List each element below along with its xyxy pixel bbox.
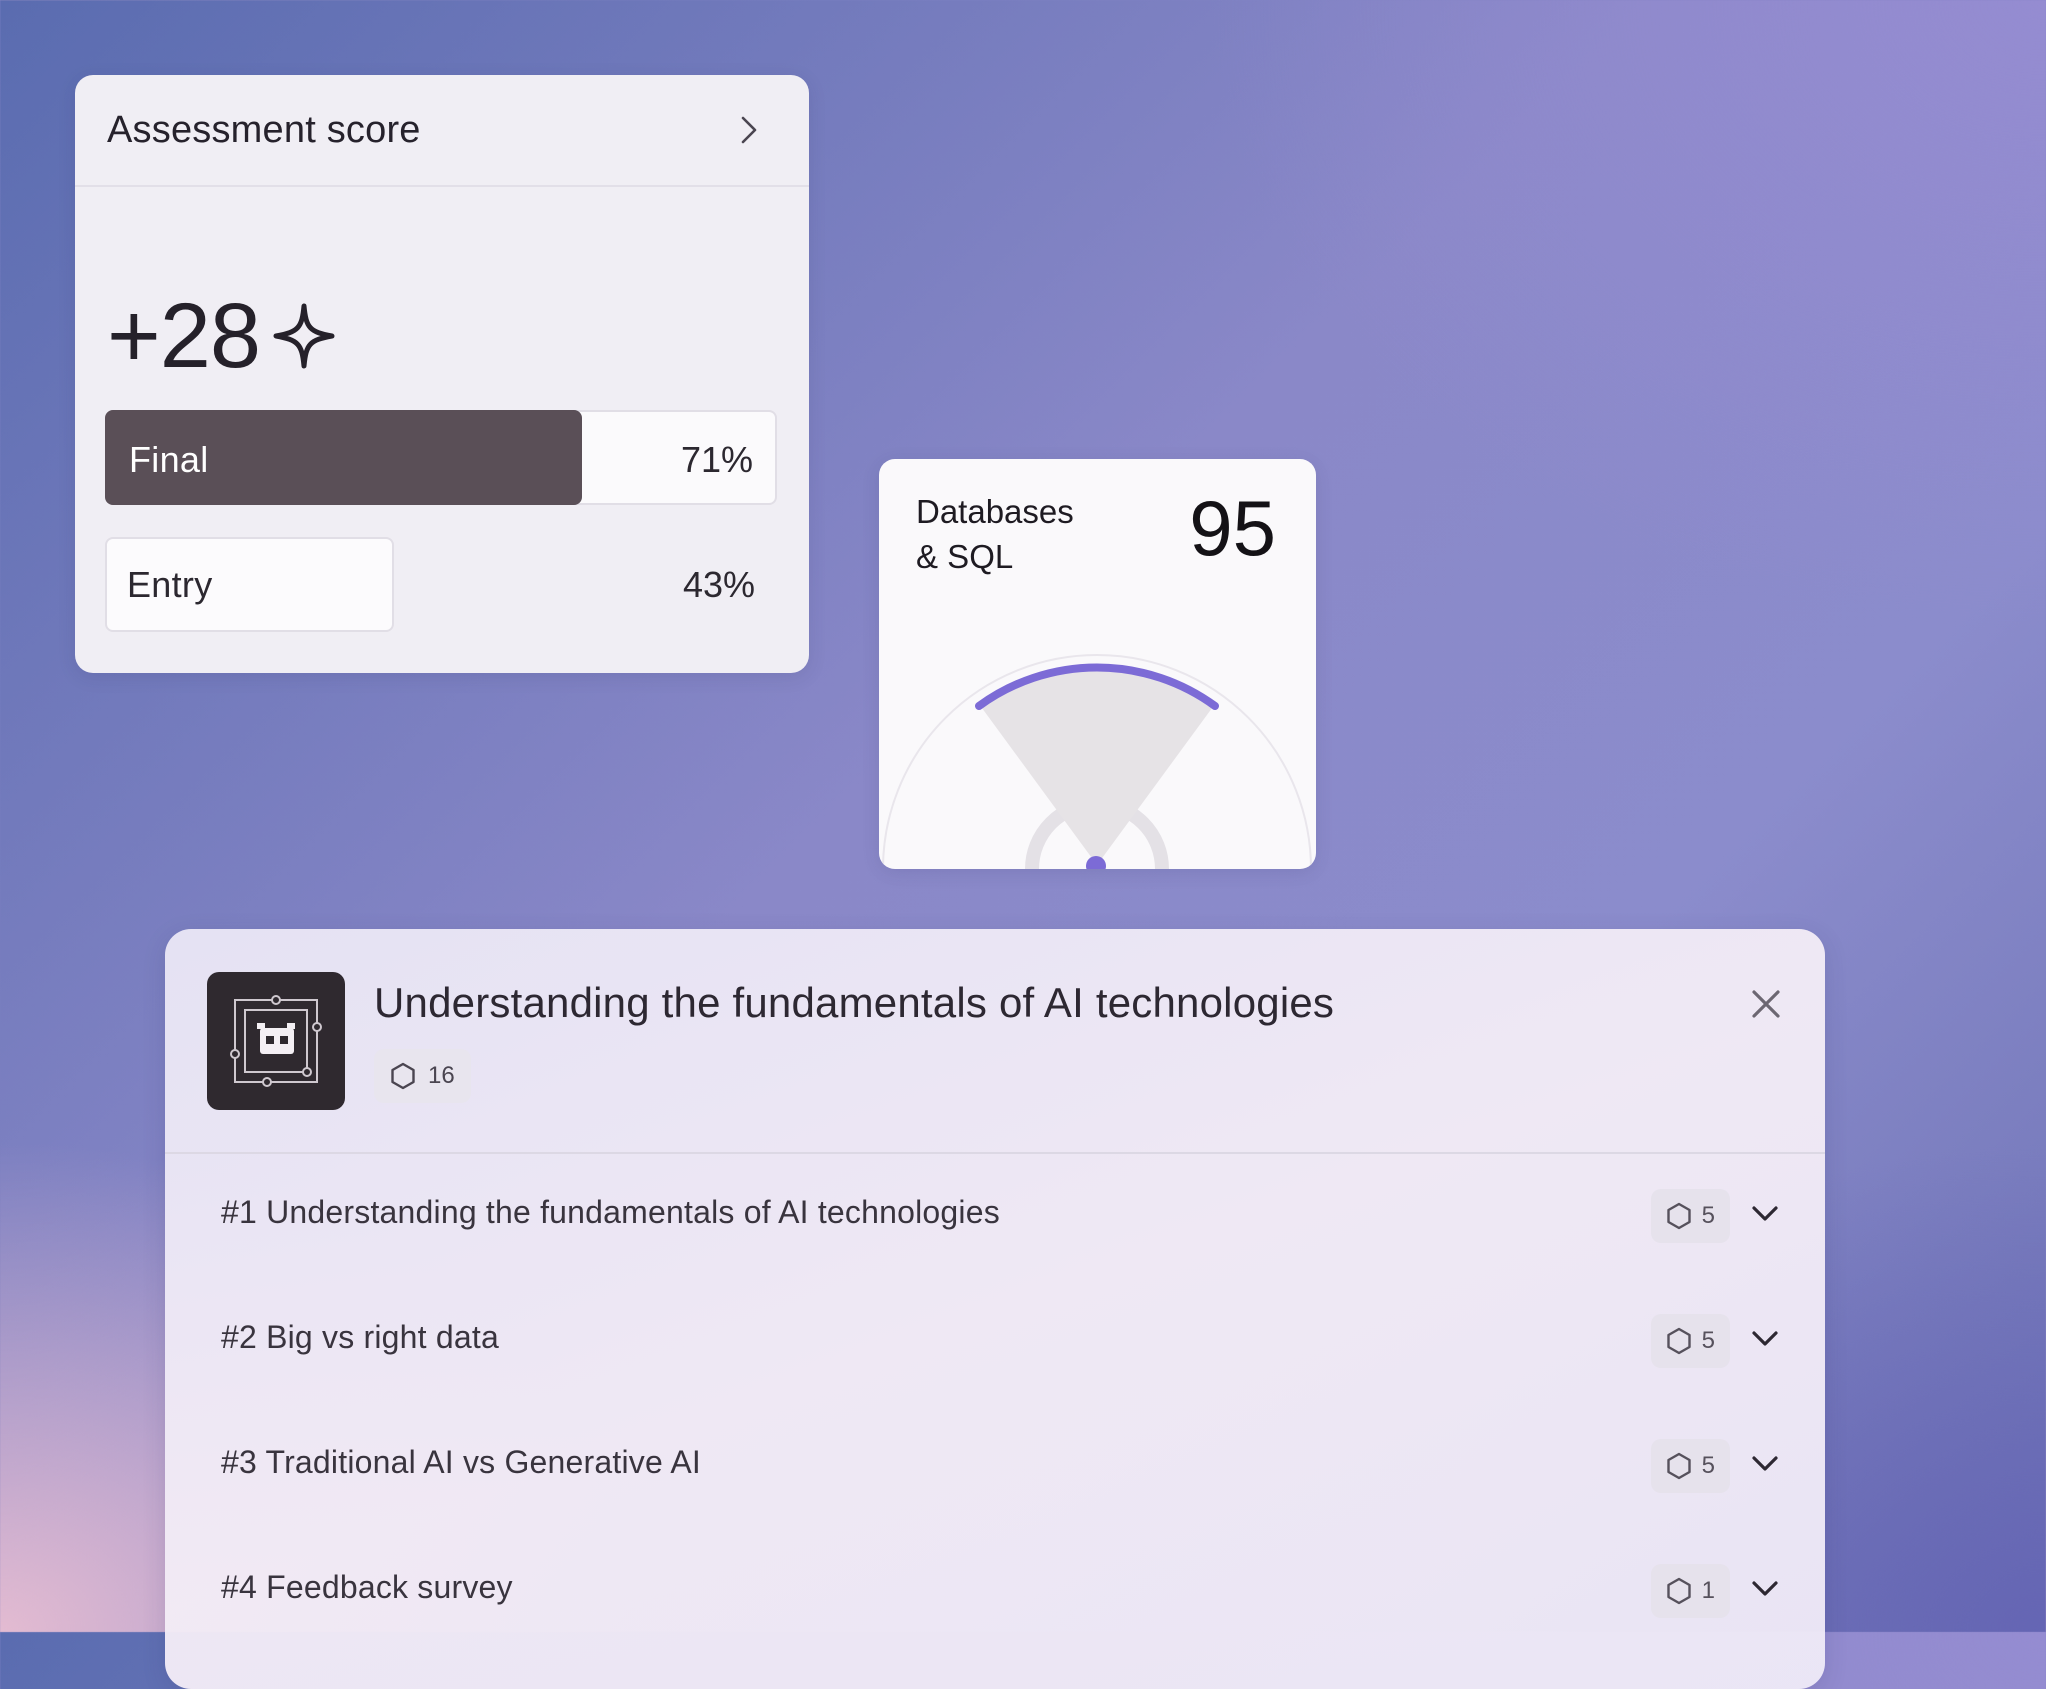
module-title: #3 Traditional AI vs Generative AI bbox=[221, 1444, 701, 1480]
entry-percent: 43% bbox=[682, 564, 755, 605]
close-icon[interactable] bbox=[1749, 987, 1783, 1021]
module-row[interactable]: #4 Feedback survey 1 bbox=[165, 1527, 1825, 1653]
module-count: 1 bbox=[1701, 1577, 1715, 1604]
course-panel: Understanding the fundamentals of AI tec… bbox=[165, 929, 1825, 1689]
sparkle-icon bbox=[273, 303, 335, 369]
final-percent: 71% bbox=[680, 439, 753, 480]
course-count-badge: 16 bbox=[374, 1049, 471, 1103]
module-count-badge: 5 bbox=[1650, 1439, 1730, 1493]
gauge-label-line1: Databases bbox=[916, 493, 1074, 530]
chevron-down-icon[interactable] bbox=[1751, 1579, 1779, 1599]
module-count: 5 bbox=[1701, 1202, 1715, 1229]
assessment-title: Assessment score bbox=[107, 109, 421, 151]
module-title: #2 Big vs right data bbox=[221, 1319, 499, 1355]
assessment-header[interactable]: Assessment score bbox=[75, 75, 809, 187]
module-row[interactable]: #2 Big vs right data 5 bbox=[165, 1277, 1825, 1403]
module-row[interactable]: #1 Understanding the fundamentals of AI … bbox=[165, 1152, 1825, 1278]
entry-label: Entry bbox=[127, 564, 213, 605]
module-title: #1 Understanding the fundamentals of AI … bbox=[221, 1194, 1000, 1230]
gauge-sector bbox=[979, 665, 1215, 865]
gauge-label-line2: & SQL bbox=[916, 538, 1014, 575]
assessment-score-card: Assessment score +28 Final 71% Entry 43% bbox=[75, 75, 809, 673]
module-row[interactable]: #3 Traditional AI vs Generative AI 5 bbox=[165, 1402, 1825, 1528]
chevron-right-icon[interactable] bbox=[737, 115, 761, 145]
module-count-badge: 5 bbox=[1650, 1189, 1730, 1243]
score-value: +28 bbox=[107, 285, 261, 387]
final-score-bar: Final 71% bbox=[105, 410, 777, 505]
hexagon-icon bbox=[1666, 1577, 1691, 1605]
course-title: Understanding the fundamentals of AI tec… bbox=[374, 979, 1335, 1026]
module-count: 5 bbox=[1701, 1327, 1715, 1354]
hexagon-icon bbox=[1666, 1327, 1691, 1355]
hexagon-icon bbox=[391, 1062, 415, 1090]
robot-icon bbox=[230, 995, 322, 1087]
module-count: 5 bbox=[1701, 1452, 1715, 1479]
skill-gauge-card: Databases & SQL 95 bbox=[879, 459, 1316, 869]
course-count: 16 bbox=[428, 1062, 455, 1089]
score-delta: +28 bbox=[107, 290, 336, 382]
chevron-down-icon[interactable] bbox=[1751, 1204, 1779, 1224]
gauge-pivot bbox=[1086, 856, 1106, 869]
module-count-badge: 1 bbox=[1650, 1564, 1730, 1618]
final-label: Final bbox=[129, 439, 209, 480]
gauge-label: Databases & SQL bbox=[916, 489, 1136, 579]
entry-score-bar: Entry 43% bbox=[105, 537, 777, 632]
hexagon-icon bbox=[1666, 1202, 1691, 1230]
gauge-value: 95 bbox=[1189, 484, 1276, 572]
module-count-badge: 5 bbox=[1650, 1314, 1730, 1368]
hexagon-icon bbox=[1666, 1452, 1691, 1480]
course-header: Understanding the fundamentals of AI tec… bbox=[165, 929, 1825, 1154]
course-logo bbox=[207, 972, 345, 1110]
module-title: #4 Feedback survey bbox=[221, 1569, 513, 1605]
chevron-down-icon[interactable] bbox=[1751, 1329, 1779, 1349]
chevron-down-icon[interactable] bbox=[1751, 1454, 1779, 1474]
